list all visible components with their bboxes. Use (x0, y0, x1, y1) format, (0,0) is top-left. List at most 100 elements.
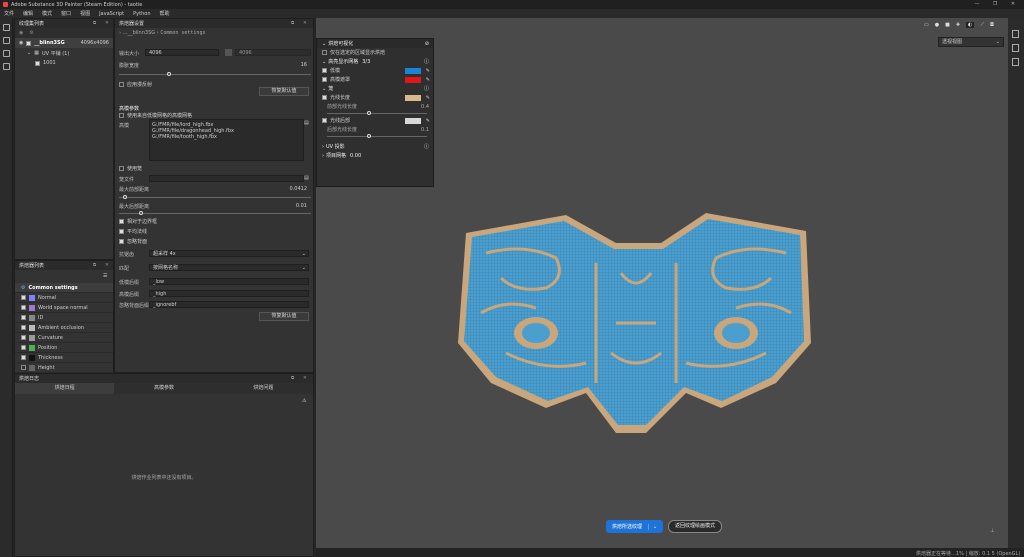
doc-icon[interactable] (1012, 30, 1019, 38)
baker-item-ao[interactable]: Ambient occlusion (15, 323, 113, 333)
tab-bake-issues[interactable]: 烘焙问题 (214, 383, 313, 394)
camera-icon[interactable]: ■ (945, 22, 950, 28)
info-icon[interactable]: ⓘ (424, 85, 429, 92)
texture-set-row[interactable]: ◉ __blinn3SG 4096x4096 (15, 38, 113, 48)
ignore-suffix-field[interactable]: _ignorebf (149, 301, 309, 308)
high-checkbox[interactable] (322, 77, 327, 82)
average-normals-checkbox[interactable] (119, 229, 124, 234)
low-checkbox[interactable] (322, 68, 327, 73)
baker-checkbox[interactable] (21, 295, 26, 300)
chevron-down-icon[interactable]: ⌄ (27, 50, 31, 56)
dilation-knob[interactable] (167, 72, 171, 76)
close-panel-icon[interactable]: ✕ (105, 19, 109, 28)
dilation-slider[interactable] (119, 74, 311, 75)
highpoly-mesh-list[interactable]: G:/FMR/file/lord_high.fbx G:/FMR/file/dr… (149, 119, 304, 161)
baker-checkbox[interactable] (21, 325, 26, 330)
menu-python[interactable]: Python (133, 11, 150, 17)
eyedropper-icon[interactable]: ✎ (426, 95, 430, 101)
bake-selected-button[interactable]: 烘焙所选纹理 ⌄ (606, 520, 664, 533)
layers-icon[interactable] (3, 37, 10, 44)
chevron-down-icon[interactable]: ⌄ (648, 523, 657, 530)
return-to-paint-button[interactable]: 返回纹理绘画模式 (668, 520, 723, 533)
maximize-icon[interactable]: ❐ (988, 0, 1002, 9)
ignore-backface-checkbox[interactable] (119, 239, 124, 244)
baker-checkbox[interactable] (21, 365, 26, 370)
high-suffix-field[interactable]: _high (149, 290, 309, 297)
use-lowpoly-checkbox[interactable] (119, 113, 124, 118)
eyedropper-icon[interactable]: ✎ (426, 77, 430, 83)
texture-set-checkbox[interactable] (26, 40, 32, 46)
sphere-icon[interactable]: ● (935, 22, 939, 28)
chevron-down-icon[interactable]: ⌄ (322, 86, 326, 92)
baker-checkbox[interactable] (21, 315, 26, 320)
doc-icon[interactable] (1012, 44, 1019, 52)
baker-item-id[interactable]: ID (15, 313, 113, 323)
baker-item-position[interactable]: Position (15, 343, 113, 353)
tab-highpoly-params[interactable]: 高模参数 (114, 383, 213, 394)
float-icon[interactable]: ⧉ (93, 19, 96, 28)
uv-tile-row[interactable]: ⌄ ▦ UV 平铺 (1) (15, 48, 113, 58)
ray-section-row[interactable]: ⌄ 笼 ⓘ (317, 84, 433, 93)
file-browse-icon[interactable]: ▤ (304, 120, 309, 126)
high-row[interactable]: 高模遮罩 ✎ (317, 75, 433, 84)
average-normals-row[interactable]: 平均法线 (119, 228, 147, 235)
menu-edit[interactable]: 编辑 (23, 10, 33, 17)
baker-checkbox[interactable] (21, 305, 26, 310)
relative-bbox-row[interactable]: 相对于边界框 (119, 218, 157, 225)
antialias-select[interactable]: 超采样 4x ⌄ (149, 250, 309, 257)
screenshot-icon[interactable]: ◘ (990, 22, 994, 28)
max-rear-slider[interactable] (119, 213, 311, 214)
baker-item-world-normal[interactable]: World space normal (15, 303, 113, 313)
delete-icon[interactable] (3, 50, 10, 57)
bake-icon[interactable] (3, 63, 10, 70)
visibility-icon[interactable]: ◉ (19, 40, 23, 46)
use-cage-checkbox[interactable] (119, 166, 124, 171)
eye-off-icon[interactable]: ⊘ (425, 41, 429, 47)
baker-item-curvature[interactable]: Curvature (15, 333, 113, 343)
show-highpoly-row[interactable]: 仅在选定的区域显示烘焙 (317, 48, 433, 57)
max-rear-knob[interactable] (139, 211, 143, 215)
apply-diffusion-row[interactable]: 应用漫反射 (119, 81, 152, 88)
output-size-select[interactable]: 4096 (145, 49, 219, 56)
use-cage-row[interactable]: 使用笼 (119, 165, 142, 172)
high-color-swatch[interactable] (405, 77, 421, 83)
settings-icon[interactable]: ⚙ (29, 30, 33, 36)
ray-checkbox[interactable] (322, 95, 327, 100)
chevron-right-icon[interactable]: › (322, 144, 324, 150)
rear-row[interactable]: 光线后部 ✎ (317, 116, 433, 125)
low-suffix-field[interactable]: _low (149, 278, 309, 285)
doc-icon[interactable] (1012, 58, 1019, 66)
menu-mode[interactable]: 模式 (42, 10, 52, 17)
tab-bake-schedule[interactable]: 烘焙日程 (15, 383, 115, 394)
show-highpoly-checkbox[interactable] (322, 50, 327, 55)
match-select[interactable]: 按网格名称 ⌄ (149, 264, 309, 271)
menu-help[interactable]: 帮助 (160, 10, 170, 17)
warning-icon[interactable]: ⚠ (302, 398, 306, 404)
chevron-down-icon[interactable]: ⌄ (322, 41, 326, 47)
menu-file[interactable]: 文件 (4, 10, 14, 17)
low-row[interactable]: 低模 ✎ (317, 66, 433, 75)
ignore-backface-row[interactable]: 忽略背面 (119, 238, 147, 245)
float-icon[interactable]: ⧉ (93, 261, 96, 270)
rear-checkbox[interactable] (322, 118, 327, 123)
use-lowpoly-row[interactable]: 使用来自低模网格的高模网格 (119, 112, 192, 119)
relative-bbox-checkbox[interactable] (119, 219, 124, 224)
eye-toggle-icon[interactable]: ◉ (19, 30, 23, 36)
cage-file-field[interactable] (149, 175, 304, 182)
baker-item-height[interactable]: Height (15, 363, 113, 373)
max-front-slider[interactable] (119, 197, 311, 198)
reset-defaults-button-2[interactable]: 恢复默认值 (259, 312, 309, 321)
baker-item-common[interactable]: ⚙ Common settings (15, 283, 113, 293)
baker-checkbox[interactable] (21, 355, 26, 360)
menu-view[interactable]: 视图 (80, 10, 90, 17)
chevron-right-icon[interactable]: › (322, 153, 324, 159)
info-icon[interactable]: ⓘ (424, 143, 429, 150)
lock-icon[interactable] (225, 49, 232, 56)
ray-row[interactable]: 光线长度 ✎ (317, 93, 433, 102)
list-options-icon[interactable]: ☰ (103, 273, 107, 279)
camera-select[interactable]: 透视视图 ⌄ (938, 37, 1004, 47)
ray-color-swatch[interactable] (405, 95, 421, 101)
uv-section-row[interactable]: › UV 投影 ⓘ (317, 142, 433, 151)
tile-row[interactable]: 1001 (15, 58, 113, 68)
menu-window[interactable]: 窗口 (61, 10, 71, 17)
